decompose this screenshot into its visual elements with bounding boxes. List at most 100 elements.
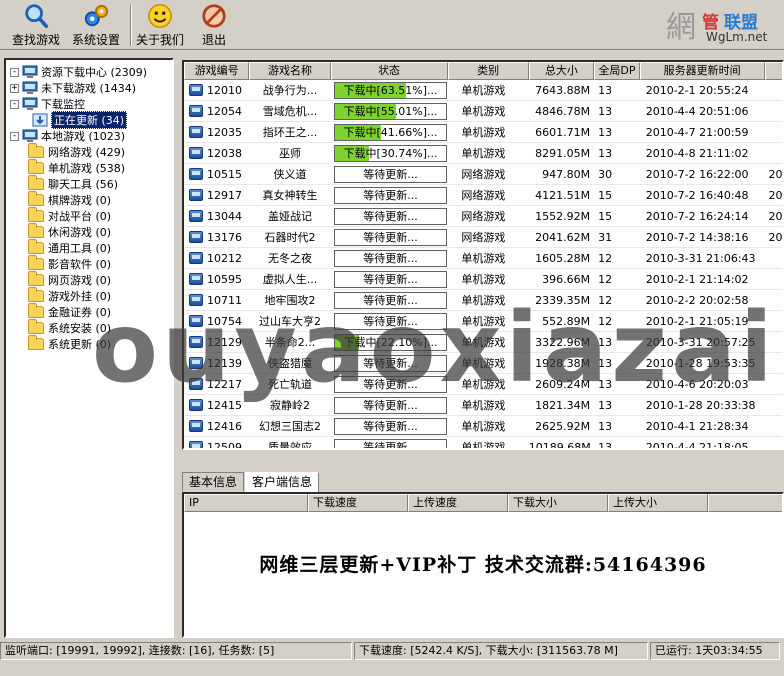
server-update-time: 2010-1-28 19:53:35	[645, 356, 756, 370]
tab-basic-info[interactable]: 基本信息	[182, 472, 245, 491]
server-update-time: 2010-7-2 16:40:48	[645, 188, 749, 202]
table-row[interactable]: 12416 幻想三国志2 等待更新... 单机游戏 2625.92M 13 2010-4-1…	[184, 416, 782, 437]
tree-item[interactable]: 单机游戏 (538)	[28, 159, 125, 176]
tree-item[interactable]: 网络游戏 (429)	[28, 143, 125, 160]
toolbar: 查找游戏 系统设置 关于我们 退出 網 管 联盟 WgLm.net	[0, 0, 784, 50]
status-progress-bar: 等待更新...	[333, 291, 448, 309]
column-header[interactable]: 服务器更新时间	[639, 62, 765, 80]
tree-item[interactable]: 金融证券 (0)	[28, 303, 111, 320]
client-column-header[interactable]: IP	[184, 494, 308, 512]
table-row[interactable]: 12010 战争行为... 下载中[63.51%]... 单机游戏 7643.88M 13…	[184, 80, 782, 101]
collapse-icon[interactable]: -	[10, 99, 19, 109]
status-progress-bar: 下载中[63.51%]...	[333, 81, 448, 99]
download-icon	[32, 113, 48, 127]
cell-status: 等待更新...	[331, 185, 448, 206]
detail-tabs: 基本信息 客户端信息	[182, 472, 320, 492]
table-row[interactable]: 13044 盖娅战记 等待更新... 网络游戏 1552.92M 15 2010-7-2 1…	[184, 206, 783, 227]
game-id: 10754	[207, 314, 242, 328]
table-row[interactable]: 10595 虚拟人生... 等待更新... 单机游戏 396.66M 12 2010-2-1…	[184, 269, 782, 290]
cell-status: 下载中[41.66%]...	[331, 122, 448, 143]
truncated-column	[765, 311, 782, 332]
table-row[interactable]: 12054 雪域危机... 下载中[55.01%]... 单机游戏 4846.78M 13…	[184, 101, 782, 122]
tree-item[interactable]: - 下载监控	[10, 96, 85, 112]
tree-item[interactable]: 网页游戏 (0)	[28, 271, 111, 288]
table-row[interactable]: 10754 过山车大亨2 等待更新... 单机游戏 552.89M 12 2010-2-1 …	[184, 311, 782, 332]
game-name: 幻想三国志2	[258, 419, 321, 433]
tree-item[interactable]: - 资源下载中心 (2309)	[10, 64, 147, 80]
logo-url: WgLm.net	[706, 30, 768, 44]
client-column-header[interactable]: 上传大小	[608, 494, 708, 512]
column-header[interactable]: 全局DP	[594, 62, 640, 80]
exit-label: 退出	[201, 33, 226, 47]
game-id: 13044	[207, 209, 242, 223]
cell-id: 12038	[184, 143, 249, 164]
column-header[interactable]: 游戏名称	[249, 62, 331, 80]
game-icon	[189, 315, 203, 327]
table-row[interactable]: 10515 侠义道 等待更新... 网络游戏 947.80M 30 2010-7-2 16:…	[184, 164, 782, 185]
tree-item-label: 通用工具 (0)	[48, 242, 112, 255]
client-column-header[interactable]: 下载速度	[308, 494, 408, 512]
table-row[interactable]: 12129 半条命2... 下载中[22.10%]... 单机游戏 3322.96M 13…	[184, 332, 782, 353]
table-row[interactable]: 12038 巫师 下载中[30.74%]... 单机游戏 8291.05M 13 2010-…	[184, 143, 782, 164]
game-name: 地牢围攻2	[264, 293, 316, 307]
tab-client-info[interactable]: 客户端信息	[245, 472, 320, 492]
tree-item-label: 对战平台 (0)	[48, 210, 112, 223]
status-progress-bar: 等待更新...	[333, 228, 448, 246]
table-row[interactable]: 10212 无冬之夜 等待更新... 单机游戏 1605.28M 12 2010-3-31 …	[184, 248, 782, 269]
exit-button[interactable]: 退出	[194, 2, 234, 48]
cell-id: 10711	[184, 290, 249, 311]
tree-item-label: 系统安装 (0)	[48, 322, 112, 335]
tree-item[interactable]: 游戏外挂 (0)	[28, 287, 111, 304]
truncated-column	[765, 269, 782, 290]
tree-item[interactable]: 正在更新 (34)	[28, 111, 128, 129]
expand-icon[interactable]: +	[10, 83, 19, 93]
about-button[interactable]: 关于我们	[134, 2, 186, 48]
tree-item[interactable]: 休闲游戏 (0)	[28, 223, 111, 240]
server-update-time: 2010-4-4 21:18:05	[645, 440, 749, 450]
game-dp: 13	[598, 419, 613, 433]
server-update-time: 2010-4-4 20:51:06	[645, 104, 749, 118]
column-header[interactable]: 类别	[447, 62, 529, 80]
tree-item[interactable]: 系统更新 (0)	[28, 335, 111, 352]
tree-item[interactable]: 对战平台 (0)	[28, 207, 112, 224]
column-header[interactable]: 游戏编号	[184, 62, 250, 80]
truncated-column	[765, 248, 782, 269]
tree-item[interactable]: - 本地游戏 (1023)	[10, 128, 125, 144]
tree-item[interactable]: 聊天工具 (56)	[28, 175, 118, 192]
table-row[interactable]: 12139 侠盗猎魔 等待更新... 单机游戏 1928.38M 13 2010-1-28 …	[184, 353, 782, 374]
table-row[interactable]: 12035 指环王之... 下载中[41.66%]... 单机游戏 6601.71M 13…	[184, 122, 782, 143]
status-progress-bar: 等待更新...	[333, 354, 448, 372]
collapse-icon[interactable]: -	[10, 67, 19, 77]
server-update-time: 2010-4-1 21:28:34	[645, 419, 749, 433]
category-tree[interactable]: - 资源下载中心 (2309) + 未下载游戏 (1434) - 下载监控 正在更新 (34…	[4, 58, 174, 638]
client-column-header[interactable]: 下载大小	[508, 494, 608, 512]
tree-item[interactable]: 影音软件 (0)	[28, 255, 111, 272]
table-row[interactable]: 12917 真女神转生 等待更新... 网络游戏 4121.51M 15 2010-7-2 …	[184, 185, 782, 206]
tree-item[interactable]: 棋牌游戏 (0)	[28, 191, 111, 208]
game-dp: 15	[598, 209, 613, 223]
cell-status: 等待更新...	[331, 374, 448, 395]
game-icon	[189, 168, 203, 180]
game-name: 巫师	[278, 146, 301, 160]
game-type: 网络游戏	[461, 188, 506, 202]
tree-item[interactable]: 通用工具 (0)	[28, 239, 112, 256]
settings-button[interactable]: 系统设置	[68, 2, 124, 48]
game-icon	[189, 105, 203, 117]
column-header[interactable]: 状态	[330, 62, 448, 80]
cell-id: 10212	[184, 248, 249, 269]
column-header[interactable]: 总大小	[528, 62, 595, 80]
find-game-button[interactable]: 查找游戏	[8, 2, 64, 48]
tree-item[interactable]: 系统安装 (0)	[28, 319, 112, 336]
tree-item[interactable]: + 未下载游戏 (1434)	[10, 80, 136, 96]
table-row[interactable]: 12217 死亡轨道 等待更新... 单机游戏 2609.24M 13 2010-4-6 2…	[184, 374, 782, 395]
table-row[interactable]: 13176 石器时代2 等待更新... 网络游戏 2041.62M 31 2010-7-2 …	[184, 227, 782, 248]
game-dp: 13	[598, 440, 613, 450]
table-row[interactable]: 12415 寂静岭2 等待更新... 单机游戏 1821.34M 13 2010-1-28 …	[184, 395, 782, 416]
truncated-column: 201	[768, 209, 783, 223]
client-column-header[interactable]: 上传速度	[408, 494, 508, 512]
collapse-icon[interactable]: -	[10, 131, 19, 141]
about-label: 关于我们	[135, 33, 184, 47]
table-row[interactable]: 10711 地牢围攻2 等待更新... 单机游戏 2339.35M 12 2010-2-2 …	[184, 290, 782, 311]
game-size: 947.80M	[542, 167, 591, 181]
table-row[interactable]: 12509 质量效应 等待更新... 单机游戏 10189.68M 13 2010-4-4 …	[184, 437, 782, 450]
